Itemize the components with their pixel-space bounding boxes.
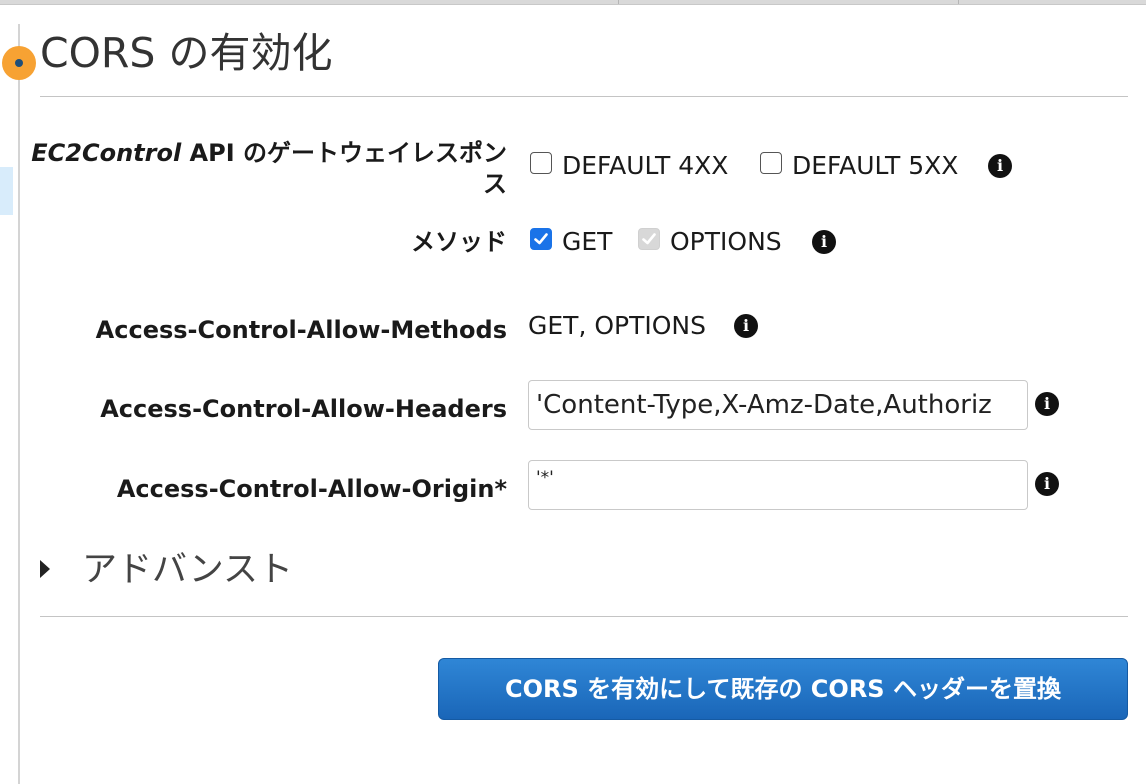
allow-headers-input[interactable]: 'Content-Type,X-Amz-Date,Authoriz <box>528 380 1028 430</box>
caret-right-icon <box>40 560 50 578</box>
info-circle-icon[interactable]: i <box>812 230 836 254</box>
get-label[interactable]: GET <box>562 226 612 258</box>
default-4xx-label[interactable]: DEFAULT 4XX <box>562 150 728 182</box>
get-checkbox[interactable] <box>530 228 552 250</box>
allow-origin-label: Access-Control-Allow-Origin* <box>116 475 507 503</box>
top-border <box>0 0 1146 5</box>
info-circle-icon[interactable]: i <box>734 314 758 338</box>
gateway-responses-label-text: API のゲートウェイレスポンス <box>181 139 507 198</box>
info-circle-icon[interactable]: i <box>1035 392 1059 416</box>
api-name: EC2Control <box>31 139 182 167</box>
checkmark-icon <box>534 233 548 245</box>
title-divider <box>40 96 1128 97</box>
top-divider <box>618 0 619 4</box>
left-selection-highlight <box>0 167 13 215</box>
default-5xx-label[interactable]: DEFAULT 5XX <box>792 150 958 182</box>
allow-headers-value: 'Content-Type,X-Amz-Date,Authoriz <box>536 390 992 420</box>
allow-methods-value: GET, OPTIONS <box>528 311 706 340</box>
left-rail <box>18 24 20 784</box>
page-title: CORS の有効化 <box>40 29 333 77</box>
options-checkbox <box>638 228 660 250</box>
top-divider <box>958 0 959 4</box>
gateway-responses-label: EC2Control API のゲートウェイレスポンス <box>27 138 507 200</box>
methods-label: メソッド <box>411 228 507 256</box>
enable-cors-button[interactable]: CORS を有効にして既存の CORS ヘッダーを置換 <box>438 658 1128 720</box>
bottom-divider <box>40 616 1128 617</box>
allow-origin-value: '*' <box>536 468 554 488</box>
info-circle-icon[interactable]: i <box>1035 472 1059 496</box>
allow-methods-label: Access-Control-Allow-Methods <box>95 316 507 344</box>
allow-headers-label: Access-Control-Allow-Headers <box>100 395 507 423</box>
default-4xx-checkbox[interactable] <box>530 152 552 174</box>
info-circle-icon[interactable]: i <box>988 154 1012 178</box>
allow-origin-input[interactable]: '*' <box>528 460 1028 510</box>
default-5xx-checkbox[interactable] <box>760 152 782 174</box>
options-label: OPTIONS <box>670 227 782 256</box>
advanced-label: アドバンスト <box>82 550 294 590</box>
status-dot-icon <box>2 46 36 80</box>
enable-cors-panel: CORS の有効化 EC2Control API のゲートウェイレスポンス DE… <box>0 0 1146 784</box>
checkmark-icon <box>642 233 656 245</box>
